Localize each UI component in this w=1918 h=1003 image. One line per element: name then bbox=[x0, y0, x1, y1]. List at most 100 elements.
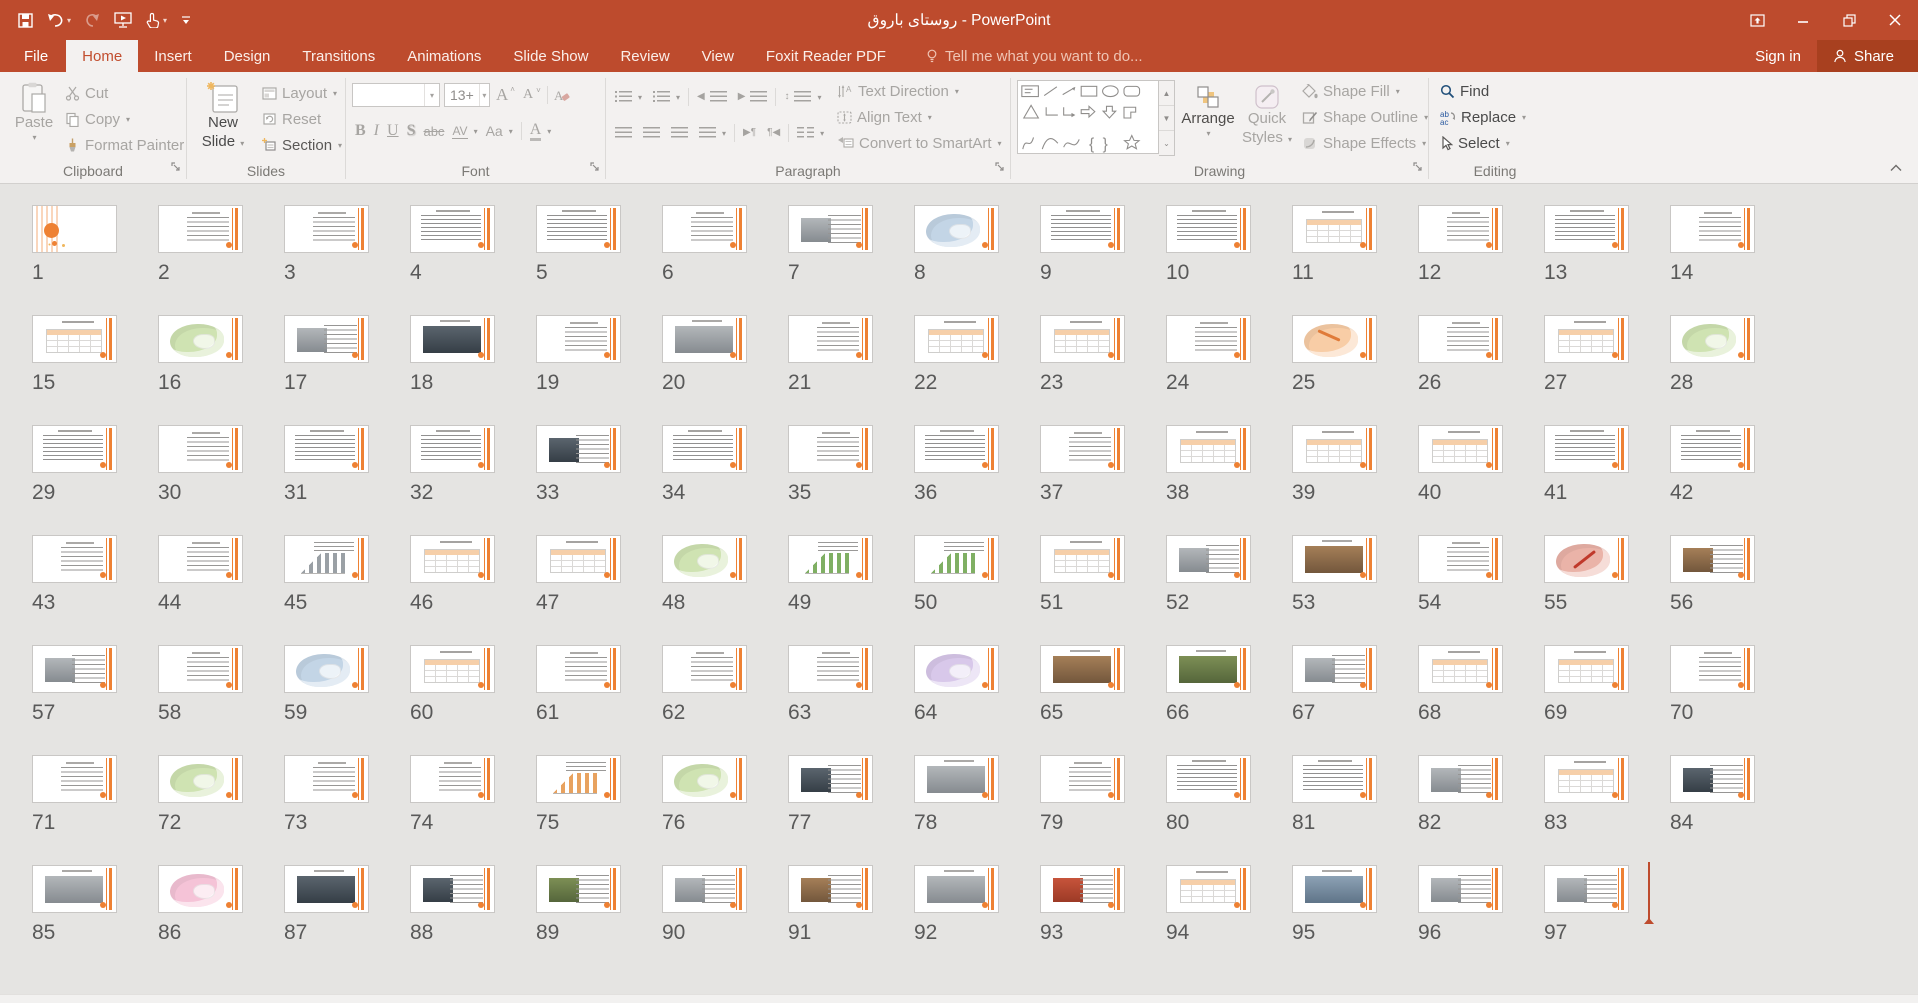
slide-thumbnail[interactable] bbox=[1166, 755, 1251, 803]
redo-button[interactable] bbox=[85, 13, 100, 28]
slide-thumbnail[interactable] bbox=[1670, 425, 1755, 473]
align-center-button[interactable] bbox=[640, 120, 663, 146]
change-case-caret[interactable]: ▾ bbox=[509, 127, 513, 136]
tab-transitions[interactable]: Transitions bbox=[286, 40, 391, 72]
layout-button[interactable]: Layout ▾ bbox=[259, 80, 345, 106]
align-right-button[interactable] bbox=[668, 120, 691, 146]
slide-thumbnail[interactable] bbox=[284, 425, 369, 473]
slide-thumbnail[interactable] bbox=[914, 425, 999, 473]
slide-thumbnail[interactable] bbox=[1418, 535, 1503, 583]
gallery-scroll-up[interactable]: ▲ bbox=[1159, 81, 1174, 106]
slide-thumbnail[interactable] bbox=[1166, 425, 1251, 473]
slide-thumbnail[interactable] bbox=[536, 865, 621, 913]
tab-slide-show[interactable]: Slide Show bbox=[497, 40, 604, 72]
slide-thumbnail[interactable] bbox=[536, 755, 621, 803]
slide-thumbnail[interactable] bbox=[284, 315, 369, 363]
slide-thumbnail[interactable] bbox=[1670, 315, 1755, 363]
clear-formatting-button[interactable]: A bbox=[552, 82, 572, 108]
slide-thumbnail[interactable] bbox=[1544, 535, 1629, 583]
font-name-combobox[interactable]: ▾ bbox=[352, 83, 440, 107]
undo-dropdown-caret[interactable]: ▾ bbox=[67, 16, 71, 25]
underline-button[interactable]: U bbox=[384, 118, 402, 144]
slide-thumbnail[interactable] bbox=[1166, 865, 1251, 913]
change-case-button[interactable]: Aa▾ bbox=[483, 118, 516, 144]
start-from-beginning-button[interactable] bbox=[114, 12, 132, 28]
slide-thumbnail[interactable] bbox=[1292, 865, 1377, 913]
slide-thumbnail[interactable] bbox=[1544, 645, 1629, 693]
slide-thumbnail[interactable] bbox=[536, 645, 621, 693]
slide-thumbnail[interactable] bbox=[1292, 645, 1377, 693]
slide-thumbnail[interactable] bbox=[1292, 425, 1377, 473]
font-name-caret[interactable]: ▾ bbox=[424, 84, 439, 106]
shape-fill-caret[interactable]: ▾ bbox=[1396, 87, 1400, 96]
slide-thumbnail[interactable] bbox=[1670, 205, 1755, 253]
slide-thumbnail[interactable] bbox=[1544, 755, 1629, 803]
slide-thumbnail[interactable] bbox=[32, 205, 117, 253]
copy-caret[interactable]: ▾ bbox=[126, 115, 130, 124]
text-shadow-button[interactable]: S bbox=[404, 118, 419, 144]
shape-fill-button[interactable]: Shape Fill ▾ bbox=[1299, 78, 1431, 104]
slide-thumbnail[interactable] bbox=[158, 645, 243, 693]
slide-thumbnail[interactable] bbox=[1670, 535, 1755, 583]
slide-sorter[interactable]: 1234567891011121314151617181920212223242… bbox=[0, 184, 1918, 995]
bullets-button[interactable]: ▾ bbox=[612, 84, 645, 110]
slide-thumbnail[interactable] bbox=[788, 425, 873, 473]
numbering-caret[interactable]: ▾ bbox=[676, 93, 680, 102]
slide-thumbnail[interactable] bbox=[1292, 535, 1377, 583]
drawing-dialog-launcher[interactable] bbox=[1413, 159, 1423, 177]
restore-button[interactable] bbox=[1826, 0, 1872, 40]
left-to-right-button[interactable]: ▶¶ bbox=[740, 120, 759, 146]
tab-file[interactable]: File bbox=[6, 40, 66, 72]
slide-thumbnail[interactable] bbox=[1418, 865, 1503, 913]
slide-thumbnail[interactable] bbox=[1040, 205, 1125, 253]
replace-caret[interactable]: ▾ bbox=[1522, 113, 1526, 122]
arrange-caret[interactable]: ▾ bbox=[1206, 129, 1210, 139]
slide-thumbnail[interactable] bbox=[410, 865, 495, 913]
slide-thumbnail[interactable] bbox=[158, 315, 243, 363]
text-direction-button[interactable]: A Text Direction ▾ bbox=[834, 78, 1005, 104]
format-painter-button[interactable]: Format Painter bbox=[62, 132, 187, 158]
slide-thumbnail[interactable] bbox=[1292, 205, 1377, 253]
clipboard-dialog-launcher[interactable] bbox=[171, 159, 181, 177]
slide-thumbnail[interactable] bbox=[1040, 315, 1125, 363]
slide-thumbnail[interactable] bbox=[32, 865, 117, 913]
slide-thumbnail[interactable] bbox=[536, 205, 621, 253]
align-text-button[interactable]: Align Text ▾ bbox=[834, 104, 1005, 130]
slide-thumbnail[interactable] bbox=[662, 755, 747, 803]
slide-thumbnail[interactable] bbox=[914, 645, 999, 693]
shape-effects-button[interactable]: Shape Effects ▾ bbox=[1299, 130, 1431, 156]
slide-thumbnail[interactable] bbox=[410, 535, 495, 583]
bullets-caret[interactable]: ▾ bbox=[638, 93, 642, 102]
slide-thumbnail[interactable] bbox=[1544, 205, 1629, 253]
slide-thumbnail[interactable] bbox=[788, 315, 873, 363]
tab-foxit-reader-pdf[interactable]: Foxit Reader PDF bbox=[750, 40, 902, 72]
slide-thumbnail[interactable] bbox=[1166, 205, 1251, 253]
font-dialog-launcher[interactable] bbox=[590, 159, 600, 177]
slide-thumbnail[interactable] bbox=[1040, 645, 1125, 693]
justify-caret[interactable]: ▾ bbox=[722, 129, 726, 138]
slide-thumbnail[interactable] bbox=[32, 755, 117, 803]
decrease-font-size-button[interactable]: A˅ bbox=[521, 82, 543, 108]
slide-thumbnail[interactable] bbox=[410, 755, 495, 803]
slide-thumbnail[interactable] bbox=[410, 645, 495, 693]
strikethrough-button[interactable]: abc bbox=[420, 118, 447, 144]
slide-thumbnail[interactable] bbox=[1670, 645, 1755, 693]
slide-thumbnail[interactable] bbox=[1418, 205, 1503, 253]
share-button[interactable]: Share bbox=[1817, 40, 1918, 72]
select-caret[interactable]: ▾ bbox=[1506, 139, 1510, 148]
tab-insert[interactable]: Insert bbox=[138, 40, 208, 72]
font-color-button[interactable]: A▾ bbox=[527, 118, 555, 144]
save-button[interactable] bbox=[18, 13, 33, 28]
slide-thumbnail[interactable] bbox=[788, 755, 873, 803]
slide-thumbnail[interactable] bbox=[662, 425, 747, 473]
slide-thumbnail[interactable] bbox=[536, 315, 621, 363]
increase-indent-button[interactable]: ▶ bbox=[735, 84, 771, 110]
cut-button[interactable]: Cut bbox=[62, 80, 187, 106]
paste-caret[interactable]: ▾ bbox=[32, 133, 36, 143]
slide-thumbnail[interactable] bbox=[914, 865, 999, 913]
slide-thumbnail[interactable] bbox=[662, 315, 747, 363]
slide-thumbnail[interactable] bbox=[284, 755, 369, 803]
slide-thumbnail[interactable] bbox=[662, 645, 747, 693]
font-size-caret[interactable]: ▾ bbox=[479, 84, 489, 106]
align-text-caret[interactable]: ▾ bbox=[928, 113, 932, 122]
